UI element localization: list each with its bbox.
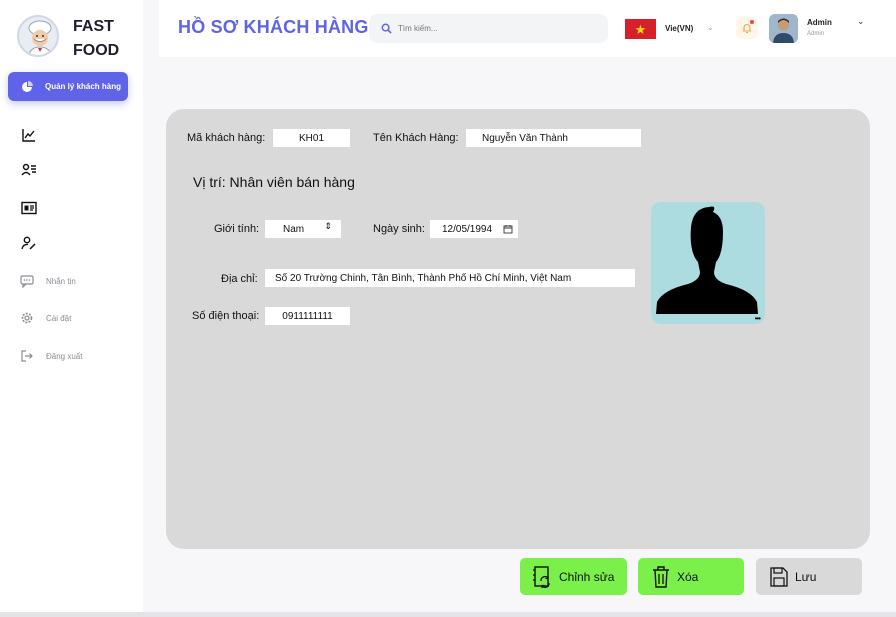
sidebar-item-label: Đăng xuất — [46, 351, 83, 361]
gender-select[interactable]: Nam ⇕ — [265, 220, 341, 238]
pie-chart-icon — [22, 80, 33, 92]
id-card-icon[interactable] — [21, 200, 37, 216]
phone-label: Số điện thoại: — [192, 310, 260, 322]
save-icon — [770, 566, 788, 587]
select-arrows-icon: ⇕ — [324, 221, 332, 231]
brand-name: FAST FOOD — [73, 15, 119, 63]
phone-field[interactable]: 0911111111 — [265, 307, 350, 325]
sidebar-item-logout[interactable]: Đăng xuất — [20, 349, 82, 363]
page-title: HỒ SƠ KHÁCH HÀNG — [178, 17, 369, 37]
delete-button-label: Xóa — [677, 569, 699, 584]
chart-line-icon[interactable] — [21, 127, 37, 143]
birthdate-value: 12/05/1994 — [442, 223, 493, 235]
address-field[interactable]: Số 20 Trường Chinh, Tân Bình, Thành Phố … — [265, 269, 635, 287]
chef-logo-icon — [17, 15, 59, 57]
chat-icon — [20, 275, 34, 288]
notification-dot — [750, 20, 754, 24]
search-bar[interactable] — [369, 14, 608, 43]
customer-id-field[interactable]: KH01 — [273, 129, 350, 147]
sidebar-item-customer-management[interactable]: Quản lý khách hàng — [8, 72, 128, 101]
customer-id-label: Mã khách hàng: — [187, 132, 266, 144]
delete-button[interactable]: Xóa — [638, 558, 744, 595]
logout-icon — [21, 350, 33, 362]
sidebar: FAST FOOD Quản lý khách hàng Nhắn tin Cà… — [0, 0, 143, 617]
brand-line-2: FOOD — [73, 42, 120, 59]
edit-document-icon — [533, 565, 550, 588]
more-options-icon[interactable]: ••• — [755, 314, 761, 323]
birthdate-label: Ngày sinh: — [373, 223, 425, 235]
sidebar-item-messages[interactable]: Nhắn tin — [20, 274, 76, 288]
sidebar-item-label: Cài đặt — [46, 313, 72, 323]
trash-icon — [653, 565, 669, 588]
calendar-icon[interactable] — [503, 224, 513, 234]
edit-button-label: Chỉnh sửa — [559, 569, 615, 584]
address-label: Địa chỉ: — [221, 273, 258, 285]
gender-label: Giới tính: — [214, 223, 260, 235]
user-edit-icon[interactable] — [21, 235, 37, 251]
gender-value: Nam — [283, 223, 305, 235]
sidebar-item-label: Quản lý khách hàng — [45, 82, 122, 91]
user-role: Admin — [807, 31, 825, 37]
brand-line-1: FAST — [73, 18, 114, 35]
save-button[interactable]: Lưu — [756, 558, 862, 595]
sidebar-item-label: Nhắn tin — [46, 276, 76, 286]
user-name[interactable]: Admin — [807, 18, 832, 27]
notification-button[interactable] — [736, 17, 758, 39]
customer-name-field[interactable]: Nguyễn Văn Thành — [466, 129, 641, 147]
chevron-down-icon[interactable]: ⌄ — [857, 16, 865, 27]
edit-button[interactable]: Chỉnh sửa — [520, 558, 627, 595]
position-text: Vị trí: Nhân viên bán hàng — [193, 174, 355, 190]
user-list-icon[interactable] — [21, 162, 37, 178]
search-icon — [381, 23, 392, 34]
profile-photo[interactable]: ••• — [651, 202, 765, 324]
vietnam-flag-icon[interactable]: ★ — [625, 19, 656, 39]
user-silhouette-icon — [656, 206, 758, 314]
search-input[interactable] — [398, 24, 588, 33]
gear-icon — [21, 312, 33, 324]
birthdate-field[interactable]: 12/05/1994 — [430, 220, 518, 238]
bottom-divider — [0, 612, 896, 617]
language-selector[interactable]: Vie(VN) — [665, 24, 693, 33]
customer-name-label: Tên Khách Hàng: — [373, 132, 459, 144]
sidebar-item-settings[interactable]: Cài đặt — [20, 311, 71, 325]
avatar[interactable] — [769, 14, 798, 43]
save-button-label: Lưu — [795, 569, 817, 584]
chevron-down-icon[interactable]: ⌄ — [707, 23, 714, 32]
